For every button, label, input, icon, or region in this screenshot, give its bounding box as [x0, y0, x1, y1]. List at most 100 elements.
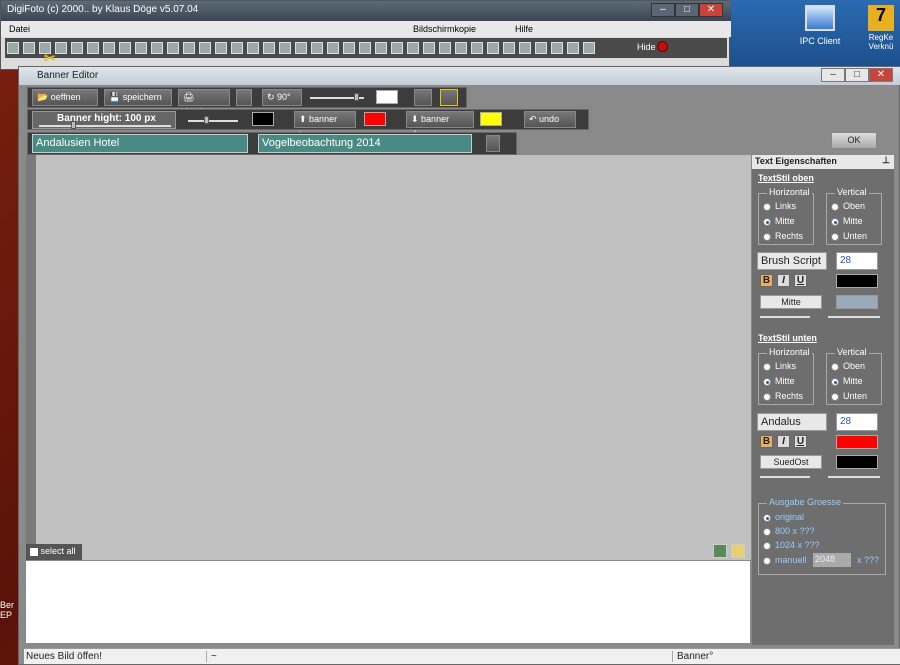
radio-button[interactable]	[831, 362, 839, 371]
ok-button[interactable]: OK	[831, 132, 877, 149]
top-slider-1[interactable]	[760, 316, 810, 318]
bottom-bold-button[interactable]: B	[760, 435, 773, 448]
bottom-align-select[interactable]: SuedOst	[760, 455, 822, 469]
tool-icon[interactable]	[247, 42, 259, 54]
frame-button[interactable]	[414, 89, 432, 106]
bottom-size-spinner[interactable]: 28	[836, 413, 878, 431]
tool-icon[interactable]	[359, 42, 371, 54]
record-icon[interactable]	[657, 41, 668, 52]
radio-button[interactable]	[763, 541, 771, 550]
bottom-shadow-select[interactable]	[836, 455, 878, 469]
tool-icon[interactable]	[391, 42, 403, 54]
tool-icon[interactable]	[487, 42, 499, 54]
tool-icon[interactable]	[583, 42, 595, 54]
manual-size-input[interactable]: 2048	[813, 553, 851, 567]
editor-maximize-button[interactable]: □	[845, 68, 869, 82]
undo-button[interactable]: ↶ undo	[524, 111, 576, 128]
bottom-v-unten[interactable]: Unten	[831, 391, 867, 401]
radio-button[interactable]	[763, 377, 771, 386]
tool-icon[interactable]	[199, 42, 211, 54]
bottom-h-mitte[interactable]: Mitte	[763, 376, 795, 386]
radio-button[interactable]	[763, 527, 771, 536]
top-slider-2[interactable]	[828, 316, 880, 318]
desktop-icon-regke[interactable]: 7 RegKe Verknü	[862, 5, 900, 51]
editor-minimize-button[interactable]: –	[821, 68, 845, 82]
color-swatch-banner-down[interactable]	[480, 112, 502, 126]
top-h-rechts[interactable]: Rechts	[763, 231, 803, 241]
rotate-button[interactable]: ↻ 90°	[262, 89, 302, 106]
output-manuell[interactable]: manuell	[763, 555, 807, 565]
menu-bildschirmkopie[interactable]: Bildschirmkopie	[413, 24, 476, 34]
banner-height-knob[interactable]	[71, 121, 76, 129]
top-font-select[interactable]: Brush Script	[757, 252, 827, 270]
open-button[interactable]: 📂 oeffnen	[32, 89, 98, 106]
refresh-button[interactable]	[486, 135, 500, 152]
toolbar2-slider[interactable]	[188, 120, 238, 122]
radio-button[interactable]	[831, 392, 839, 401]
bottom-slider-1[interactable]	[760, 476, 810, 478]
bottom-color-select[interactable]	[836, 435, 878, 449]
banner-height-control[interactable]: Banner hight: 100 px	[32, 111, 176, 129]
editor-close-button[interactable]: ✕	[869, 68, 893, 82]
output-800[interactable]: 800 x ???	[763, 526, 815, 536]
tool-icon[interactable]	[471, 42, 483, 54]
tool-icon[interactable]	[327, 42, 339, 54]
tool-icon[interactable]	[439, 42, 451, 54]
top-h-mitte[interactable]: Mitte	[763, 216, 795, 226]
radio-button[interactable]	[763, 362, 771, 371]
toolbar-slider-knob[interactable]	[354, 93, 359, 101]
top-underline-button[interactable]: U	[794, 274, 807, 287]
top-color-select[interactable]	[836, 274, 878, 288]
radio-button[interactable]	[763, 217, 771, 226]
bottom-text-input[interactable]: Vogelbeobachtung 2014	[258, 134, 472, 153]
radio-button[interactable]	[763, 232, 771, 241]
tool-icon[interactable]	[167, 42, 179, 54]
top-h-links[interactable]: Links	[763, 201, 796, 211]
bottom-v-mitte[interactable]: Mitte	[831, 376, 863, 386]
menu-datei[interactable]: Datei	[9, 24, 30, 34]
bottom-font-select[interactable]: Andalus	[757, 413, 827, 431]
banner-down-button[interactable]: ⬇ banner down	[406, 111, 474, 139]
tool-icon[interactable]	[103, 42, 115, 54]
tool-icon[interactable]	[119, 42, 131, 54]
tool-icon[interactable]	[231, 42, 243, 54]
color-swatch-main[interactable]	[252, 112, 274, 126]
banner-top-button[interactable]: ⬆ banner top	[294, 111, 356, 139]
maximize-button[interactable]: □	[675, 3, 699, 17]
toolbar2-slider-knob[interactable]	[204, 116, 209, 124]
banner-canvas[interactable]	[36, 155, 751, 560]
top-size-spinner[interactable]: 28	[836, 252, 878, 270]
tool-icon[interactable]	[343, 42, 355, 54]
bottom-italic-button[interactable]: I	[777, 435, 790, 448]
tool-icon[interactable]	[279, 42, 291, 54]
minimize-button[interactable]: –	[651, 3, 675, 17]
bottom-v-oben[interactable]: Oben	[831, 361, 865, 371]
tool-icon[interactable]	[423, 42, 435, 54]
tool-icon[interactable]	[215, 42, 227, 54]
top-v-oben[interactable]: Oben	[831, 201, 865, 211]
tool-icon[interactable]	[183, 42, 195, 54]
top-v-mitte[interactable]: Mitte	[831, 216, 863, 226]
close-button[interactable]: ✕	[699, 3, 723, 17]
bottom-h-links[interactable]: Links	[763, 361, 796, 371]
recycle-icon[interactable]	[713, 544, 727, 558]
checkbox-box[interactable]	[30, 547, 38, 556]
radio-button[interactable]	[763, 392, 771, 401]
tool-icon[interactable]	[551, 42, 563, 54]
top-v-unten[interactable]: Unten	[831, 231, 867, 241]
tool-icon[interactable]	[135, 42, 147, 54]
tool-icon[interactable]	[503, 42, 515, 54]
select-all-checkbox[interactable]: select all	[26, 544, 82, 560]
radio-button[interactable]	[831, 232, 839, 241]
top-italic-button[interactable]: I	[777, 274, 790, 287]
hide-label[interactable]: Hide	[637, 42, 656, 52]
top-bold-button[interactable]: B	[760, 274, 773, 287]
bottom-h-rechts[interactable]: Rechts	[763, 391, 803, 401]
tool-icon[interactable]	[407, 42, 419, 54]
menu-hilfe[interactable]: Hilfe	[515, 24, 533, 34]
tool-icon[interactable]	[23, 42, 35, 54]
desktop-icon-ipc-client[interactable]: IPC Client	[790, 5, 850, 46]
tool-icon[interactable]	[455, 42, 467, 54]
tool-icon[interactable]	[567, 42, 579, 54]
tool-icon[interactable]	[519, 42, 531, 54]
